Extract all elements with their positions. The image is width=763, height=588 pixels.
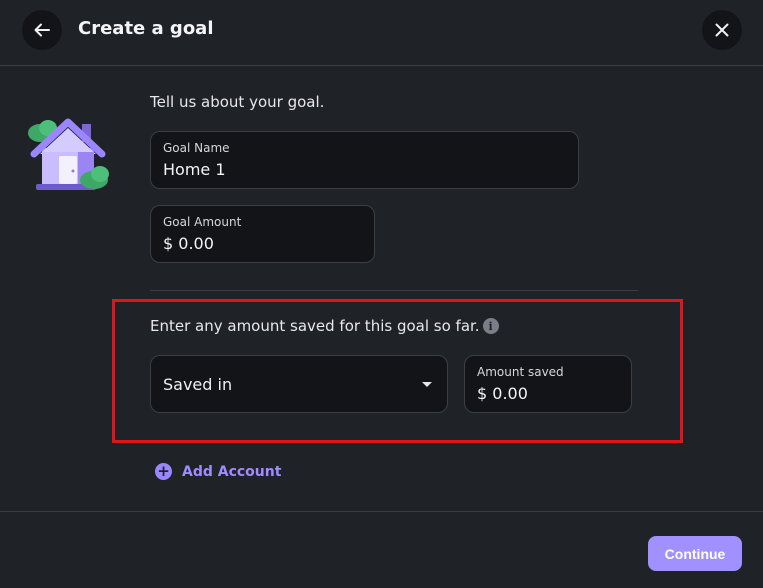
- saved-prompt: Enter any amount saved for this goal so …: [150, 317, 499, 335]
- saved-in-select[interactable]: Saved in: [150, 355, 448, 413]
- caret-down-icon: [422, 381, 432, 387]
- goal-amount-input[interactable]: $ 0.00: [163, 234, 362, 253]
- saved-prompt-text: Enter any amount saved for this goal so …: [150, 317, 480, 335]
- form-intro: Tell us about your goal.: [150, 93, 325, 111]
- add-account-button[interactable]: + Add Account: [155, 463, 281, 480]
- continue-button[interactable]: Continue: [648, 536, 742, 571]
- saved-in-value: Saved in: [163, 374, 233, 394]
- arrow-left-icon: [34, 23, 50, 37]
- amount-saved-field[interactable]: Amount saved $ 0.00: [464, 355, 632, 413]
- info-icon[interactable]: i: [482, 318, 499, 334]
- create-goal-dialog: Create a goal Tell us about your goal. G…: [0, 0, 763, 588]
- amount-saved-input[interactable]: $ 0.00: [477, 384, 619, 403]
- close-icon: [715, 23, 729, 37]
- amount-saved-label: Amount saved: [477, 365, 564, 379]
- goal-amount-field[interactable]: Goal Amount $ 0.00: [150, 205, 375, 263]
- plus-circle-icon: +: [155, 463, 172, 480]
- back-button[interactable]: [22, 10, 62, 50]
- close-button[interactable]: [702, 10, 742, 50]
- add-account-label: Add Account: [182, 463, 282, 480]
- section-divider: [150, 290, 638, 291]
- house-icon: [26, 116, 114, 196]
- goal-name-input[interactable]: Home 1: [163, 160, 566, 179]
- page-title: Create a goal: [78, 18, 214, 39]
- footer-divider: [0, 511, 763, 512]
- dialog-header: Create a goal: [0, 0, 763, 66]
- goal-name-label: Goal Name: [163, 141, 230, 155]
- goal-name-field[interactable]: Goal Name Home 1: [150, 131, 579, 189]
- goal-amount-label: Goal Amount: [163, 215, 242, 229]
